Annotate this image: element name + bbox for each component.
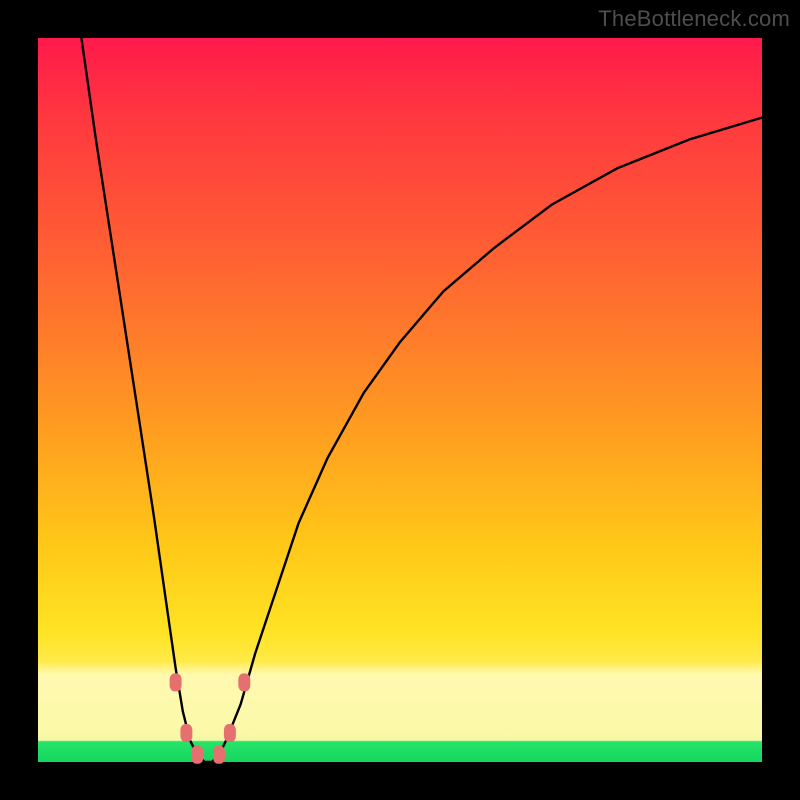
marker-left-lower [180, 724, 192, 742]
plot-area [38, 38, 762, 762]
chart-frame: TheBottleneck.com [0, 0, 800, 800]
watermark-text: TheBottleneck.com [598, 6, 790, 32]
marker-left-upper [170, 673, 182, 691]
marker-min-left [191, 746, 203, 764]
curve-layer [38, 38, 762, 762]
marker-min-right [213, 746, 225, 764]
marker-right-upper [238, 673, 250, 691]
marker-right-lower [224, 724, 236, 742]
bottleneck-curve [81, 38, 762, 762]
marker-group [170, 673, 251, 763]
